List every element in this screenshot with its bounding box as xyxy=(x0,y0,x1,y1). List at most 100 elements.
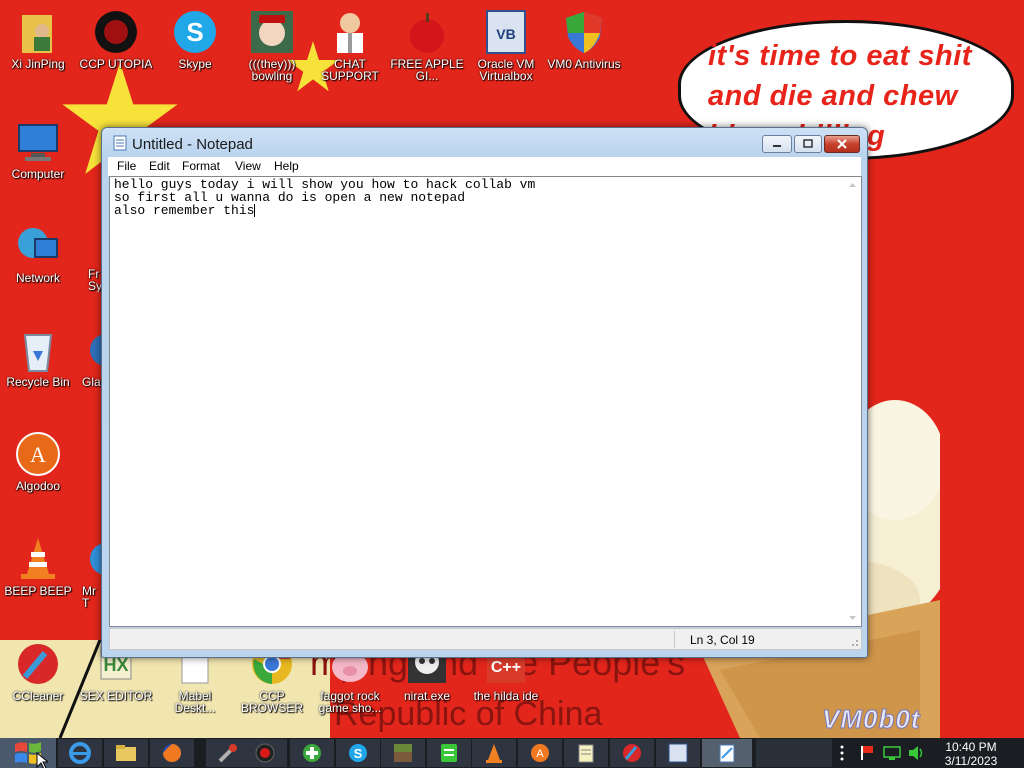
close-button[interactable] xyxy=(824,135,860,153)
text-editor[interactable]: hello guys today i will show you how to … xyxy=(109,176,862,627)
network-tray-icon[interactable] xyxy=(882,738,902,768)
notepad-window[interactable]: Untitled - Notepad File Edit Format View… xyxy=(101,127,868,658)
desktop-icon-network[interactable]: Network xyxy=(0,222,76,284)
svg-text:VB: VB xyxy=(496,26,515,42)
volume-icon[interactable] xyxy=(906,738,926,768)
desktop-icon-xi-jinping[interactable]: Xi JinPing xyxy=(0,8,76,70)
desktop-icon-label: Network xyxy=(15,271,60,285)
menu-edit[interactable]: Edit xyxy=(149,159,170,173)
resize-grip-icon[interactable] xyxy=(847,635,859,647)
minecraft-icon xyxy=(394,744,412,762)
ie-icon xyxy=(69,742,91,764)
taskbar-explorer[interactable] xyxy=(104,739,148,767)
santa-face-icon xyxy=(248,8,296,56)
taskbar-virtualbox[interactable] xyxy=(656,739,700,767)
vertical-scrollbar[interactable] xyxy=(844,177,861,626)
status-bar: Ln 3, Col 19 xyxy=(109,628,862,650)
minimize-button[interactable] xyxy=(762,135,792,153)
menu-view[interactable]: View xyxy=(235,159,261,173)
desktop-icon-label: nirat.exe xyxy=(403,689,451,703)
menu-format[interactable]: Format xyxy=(182,159,220,173)
notepad-icon xyxy=(578,744,594,763)
taskbar-ccleaner[interactable] xyxy=(610,739,654,767)
svg-text:S: S xyxy=(186,17,203,47)
algodoo-icon: A xyxy=(14,430,62,478)
folder-icon xyxy=(116,745,136,761)
notepad-active-icon xyxy=(719,744,735,763)
scroll-down-icon[interactable] xyxy=(844,612,861,624)
ccleaner-icon xyxy=(623,744,641,762)
menu-file[interactable]: File xyxy=(117,159,136,173)
desktop-icon-label: Algodoo xyxy=(15,479,61,493)
desktop-icon-label: Computer xyxy=(11,167,65,181)
action-center-flag-icon[interactable] xyxy=(858,738,876,768)
title-bar[interactable]: Untitled - Notepad xyxy=(102,128,867,158)
menu-help[interactable]: Help xyxy=(274,159,299,173)
desktop-icon-label: Skype xyxy=(178,57,212,71)
close-icon xyxy=(837,139,847,149)
desktop-icon-skype[interactable]: S Skype xyxy=(157,8,233,70)
firefox-icon xyxy=(163,744,181,762)
desktop-icon-algodoo[interactable]: A Algodoo xyxy=(0,430,76,492)
window-title: Untitled - Notepad xyxy=(132,136,253,153)
shield-icon xyxy=(560,8,608,56)
desktop-icon-label: faggot rock game sho... xyxy=(318,689,382,715)
desktop-icon-virtualbox[interactable]: VB Oracle VM Virtualbox xyxy=(468,8,544,82)
svg-text:HX: HX xyxy=(103,655,128,675)
computer-icon xyxy=(14,118,62,166)
taskbar-empty-slot[interactable] xyxy=(756,739,832,767)
svg-text:A: A xyxy=(536,748,544,760)
taskbar-notepad-pinned[interactable] xyxy=(564,739,608,767)
taskbar-avast[interactable]: A xyxy=(518,739,562,767)
desktop-icon-label: (((they))) bowling xyxy=(248,57,296,83)
clock-time: 10:40 PM xyxy=(945,740,997,754)
desktop-icon-recycle-bin[interactable]: Recycle Bin xyxy=(0,326,76,388)
desktop-icon-chat-support[interactable]: CHAT SUPPORT xyxy=(312,8,388,82)
desktop-icon-vm0-antivirus[interactable]: VM0 Antivirus xyxy=(546,8,622,70)
avast-icon: A xyxy=(531,744,549,762)
scroll-up-icon[interactable] xyxy=(844,179,861,191)
maximize-button[interactable] xyxy=(794,135,822,153)
desktop-icon-label: Recycle Bin xyxy=(6,375,70,389)
start-button[interactable] xyxy=(0,738,56,768)
desktop-icon-label: Mabel Deskt... xyxy=(174,689,216,715)
taskbar-vlc[interactable] xyxy=(472,739,516,767)
taskbar-record[interactable] xyxy=(243,739,287,767)
vlc-icon xyxy=(486,744,502,763)
taskbar-app[interactable] xyxy=(427,739,471,767)
desktop-icon-bowling[interactable]: (((they))) bowling xyxy=(234,8,310,82)
clock-date: 3/11/2023 xyxy=(944,754,998,768)
app-icon xyxy=(441,744,457,762)
desktop-icon-label: CHAT SUPPORT xyxy=(321,57,379,83)
network-icon xyxy=(14,222,62,270)
taskbar-game[interactable] xyxy=(290,739,334,767)
tool-icon xyxy=(218,744,237,763)
desktop-icon-computer[interactable]: Computer xyxy=(0,118,76,180)
taskbar-minecraft[interactable] xyxy=(381,739,425,767)
desktop-icon-label: CCP UTOPIA xyxy=(79,57,153,71)
apple-icon xyxy=(403,8,451,56)
desktop-icon-label: Xi JinPing xyxy=(11,57,65,71)
taskbar-firefox[interactable] xyxy=(150,739,194,767)
desktop-icon-ccp-utopia[interactable]: CCP UTOPIA xyxy=(78,8,154,70)
menu-bar: File Edit Format View Help xyxy=(108,157,861,176)
watermark: VM0b0t xyxy=(821,704,921,735)
svg-text:S: S xyxy=(354,746,363,761)
desktop-icon-beep-beep[interactable]: BEEP BEEP xyxy=(0,535,76,597)
editor-line: also remember this xyxy=(114,203,255,218)
cursor-position: Ln 3, Col 19 xyxy=(690,633,755,647)
taskbar-ie[interactable] xyxy=(58,739,102,767)
desktop-icon-free-apple[interactable]: FREE APPLE GI... xyxy=(389,8,465,82)
taskbar-skype[interactable]: S xyxy=(336,739,380,767)
traffic-cone-icon xyxy=(14,535,62,583)
maximize-icon xyxy=(803,139,813,148)
desktop-icon-ccleaner[interactable]: CCleaner xyxy=(0,640,76,702)
desktop-icon-label: BEEP BEEP xyxy=(4,584,72,598)
overflow-menu-icon[interactable] xyxy=(836,738,848,768)
virtualbox-icon: VB xyxy=(482,8,530,56)
virtualbox-icon xyxy=(668,743,688,763)
desktop-icon-label: the hilda ide xyxy=(473,689,539,703)
clock[interactable]: 10:40 PM 3/11/2023 xyxy=(936,740,1006,768)
desktop-icon-label: Oracle VM Virtualbox xyxy=(477,57,535,83)
taskbar-notepad-active[interactable] xyxy=(702,739,752,767)
